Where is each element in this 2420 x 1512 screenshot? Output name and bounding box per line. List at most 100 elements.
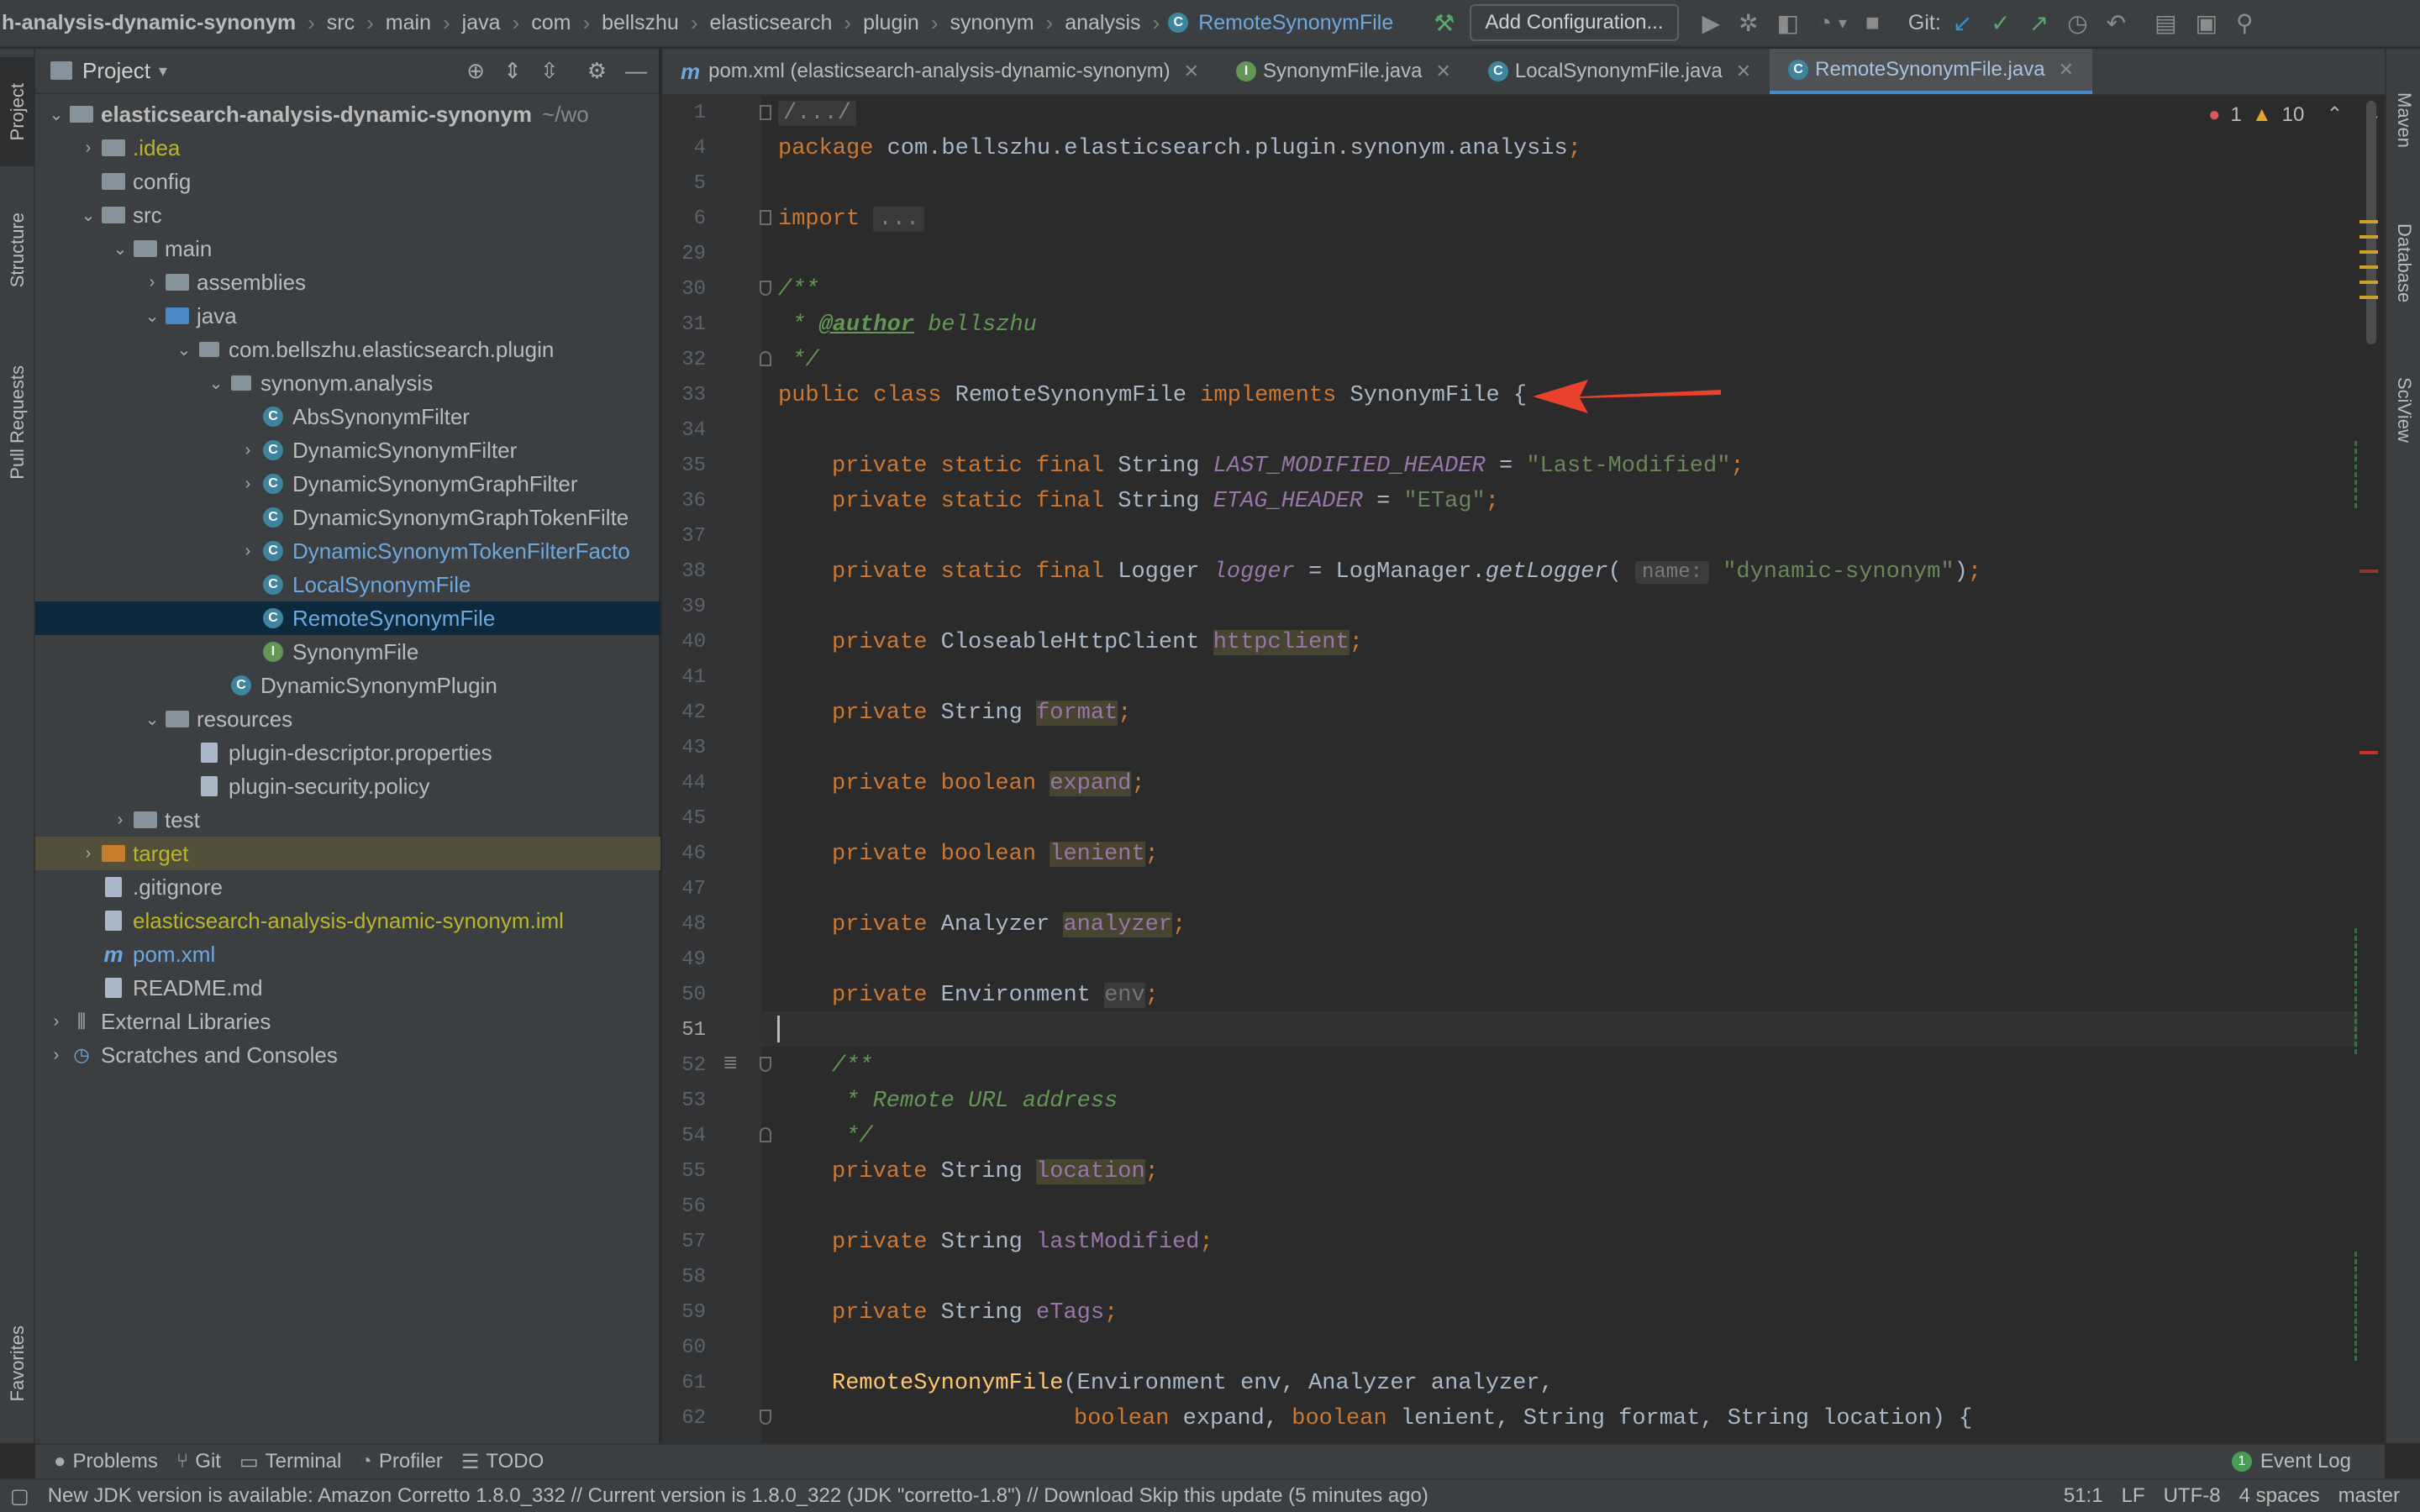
- tab-favorites[interactable]: Favorites: [0, 1300, 35, 1426]
- status-message[interactable]: New JDK version is available: Amazon Cor…: [48, 1484, 1428, 1508]
- tree-item[interactable]: README.md: [35, 971, 660, 1005]
- close-icon[interactable]: ✕: [1435, 60, 1450, 82]
- tree-item[interactable]: C LocalSynonymFile: [35, 568, 660, 601]
- tree-item[interactable]: C DynamicSynonymGraphTokenFilte: [35, 501, 660, 534]
- code-line-57[interactable]: private String lastModified;: [832, 1225, 1213, 1260]
- history-icon[interactable]: ◷: [2067, 9, 2087, 37]
- project-panel-title[interactable]: Project: [82, 58, 150, 84]
- caret-position[interactable]: 51:1: [2064, 1484, 2103, 1508]
- locate-icon[interactable]: ⊕: [466, 58, 485, 84]
- chevron-down-icon[interactable]: ⌄: [207, 373, 225, 394]
- fold-marker-icon[interactable]: [760, 1057, 771, 1072]
- tree-item[interactable]: ⌄ synonym.analysis: [35, 366, 660, 400]
- hide-icon[interactable]: —: [625, 58, 647, 84]
- chevron-right-icon[interactable]: ›: [143, 273, 161, 292]
- chevron-right-icon[interactable]: ›: [239, 475, 257, 494]
- code-line-31[interactable]: * @author bellszhu: [778, 307, 1037, 343]
- add-configuration-button[interactable]: Add Configuration...: [1470, 4, 1679, 41]
- chevron-down-icon[interactable]: ⌄: [143, 709, 161, 730]
- status-toggle-icon[interactable]: ▢: [10, 1484, 29, 1509]
- chevron-down-icon[interactable]: ⌄: [143, 306, 161, 327]
- tab-project[interactable]: Project: [0, 57, 35, 166]
- rollback-icon[interactable]: ↶: [2107, 9, 2126, 37]
- inspection-widget[interactable]: ●1 ▲10 ⌃ ⌄: [2208, 102, 2382, 127]
- tab-localsynonymfile-java[interactable]: C LocalSynonymFile.java ✕: [1470, 49, 1770, 94]
- tree-item[interactable]: › C DynamicSynonymGraphFilter: [35, 467, 660, 501]
- tree-item[interactable]: .gitignore: [35, 870, 660, 904]
- chevron-down-icon[interactable]: ⌄: [175, 339, 193, 360]
- code-line-33[interactable]: public class RemoteSynonymFile implement…: [778, 378, 1527, 413]
- tree-item[interactable]: › .idea: [35, 131, 660, 165]
- breadcrumb-analysis[interactable]: analysis: [1061, 11, 1144, 35]
- breadcrumb-main[interactable]: main: [382, 11, 434, 35]
- code-line-30[interactable]: /**: [778, 272, 819, 307]
- chevron-right-icon[interactable]: ›: [239, 542, 257, 561]
- warning-marker[interactable]: [2360, 281, 2378, 284]
- code-line-55[interactable]: private String location;: [832, 1154, 1159, 1189]
- warning-marker[interactable]: [2360, 296, 2378, 299]
- warning-marker[interactable]: [2360, 265, 2378, 269]
- tree-item[interactable]: C RemoteSynonymFile: [35, 601, 660, 635]
- breadcrumb-current-file[interactable]: RemoteSynonymFile: [1195, 11, 1397, 35]
- tree-item[interactable]: I SynonymFile: [35, 635, 660, 669]
- tree-item[interactable]: › ◷ Scratches and Consoles: [35, 1038, 660, 1072]
- tree-item[interactable]: C AbsSynonymFilter: [35, 400, 660, 433]
- fold-marker-icon[interactable]: [760, 1127, 771, 1142]
- expand-all-icon[interactable]: ⇕: [503, 58, 522, 84]
- chevron-right-icon[interactable]: ›: [79, 139, 97, 158]
- tab-database[interactable]: Database: [2386, 192, 2420, 334]
- git-commit-icon[interactable]: ✓: [1991, 9, 2010, 37]
- fold-marker-icon[interactable]: [760, 210, 771, 225]
- todo-button[interactable]: ☰ TODO: [461, 1450, 544, 1474]
- warning-marker[interactable]: [2360, 250, 2378, 254]
- code-line-54[interactable]: */: [832, 1119, 872, 1154]
- build-hammer-icon[interactable]: ⚒: [1434, 9, 1455, 37]
- tree-item[interactable]: ⌄ java: [35, 299, 660, 333]
- fold-marker-icon[interactable]: [760, 1410, 771, 1425]
- profiler-button[interactable]: ◔ Profiler: [360, 1450, 443, 1473]
- code-line-35[interactable]: private static final String LAST_MODIFIE…: [832, 449, 1744, 484]
- run-icon[interactable]: ▶: [1702, 9, 1721, 37]
- chevron-right-icon[interactable]: ›: [47, 1046, 66, 1065]
- tree-item[interactable]: plugin-security.policy: [35, 769, 660, 803]
- tree-item[interactable]: › C DynamicSynonymFilter: [35, 433, 660, 467]
- code-line-48[interactable]: private Analyzer analyzer;: [832, 907, 1186, 942]
- tab-remotesynonymfile-java[interactable]: C RemoteSynonymFile.java ✕: [1770, 49, 2093, 94]
- tree-item[interactable]: › target: [35, 837, 660, 870]
- chevron-down-icon[interactable]: ⌄: [111, 239, 129, 260]
- chevron-right-icon[interactable]: ›: [111, 811, 129, 830]
- tree-item[interactable]: C DynamicSynonymPlugin: [35, 669, 660, 702]
- file-encoding[interactable]: UTF-8: [2164, 1484, 2221, 1508]
- tree-item[interactable]: ⌄ resources: [35, 702, 660, 736]
- tree-item[interactable]: ⌄ src: [35, 198, 660, 232]
- error-marker[interactable]: [2360, 751, 2378, 754]
- problems-button[interactable]: ● Problems: [54, 1450, 158, 1473]
- chevron-right-icon[interactable]: ›: [239, 441, 257, 460]
- chevron-down-icon[interactable]: ⌄: [79, 205, 97, 226]
- breadcrumb-java[interactable]: java: [459, 11, 504, 35]
- code-line-46[interactable]: private boolean lenient;: [832, 837, 1159, 872]
- git-push-icon[interactable]: ↗: [2029, 9, 2049, 37]
- chevron-down-icon[interactable]: ⌄: [47, 104, 66, 125]
- chevron-right-icon[interactable]: ›: [79, 844, 97, 864]
- tree-item[interactable]: › C DynamicSynonymTokenFilterFacto: [35, 534, 660, 568]
- breadcrumb-synonym[interactable]: synonym: [947, 11, 1038, 35]
- breadcrumb-bellszhu[interactable]: bellszhu: [598, 11, 682, 35]
- collapse-all-icon[interactable]: ⇳: [540, 58, 559, 84]
- code-line-44[interactable]: private boolean expand;: [832, 766, 1145, 801]
- code-line-32[interactable]: */: [778, 343, 818, 378]
- event-log-button[interactable]: 1 Event Log: [2231, 1450, 2351, 1473]
- breadcrumb-project[interactable]: h-analysis-dynamic-synonym: [0, 11, 299, 35]
- breadcrumb-plugin[interactable]: plugin: [860, 11, 923, 35]
- breadcrumb-com[interactable]: com: [528, 11, 574, 35]
- code-line-50[interactable]: private Environment env;: [832, 978, 1159, 1013]
- indent-setting[interactable]: 4 spaces: [2239, 1484, 2320, 1508]
- tree-item[interactable]: ⌄ com.bellszhu.elasticsearch.plugin: [35, 333, 660, 366]
- search-icon[interactable]: ⚲: [2236, 9, 2254, 37]
- terminal-window-icon[interactable]: ▣: [2196, 9, 2217, 37]
- tab-structure[interactable]: Structure: [0, 192, 35, 309]
- breadcrumb-elasticsearch[interactable]: elasticsearch: [707, 11, 836, 35]
- close-icon[interactable]: ✕: [2059, 59, 2074, 81]
- profile-icon[interactable]: ◔: [1818, 9, 1832, 36]
- code-line-6[interactable]: import ...: [778, 202, 925, 237]
